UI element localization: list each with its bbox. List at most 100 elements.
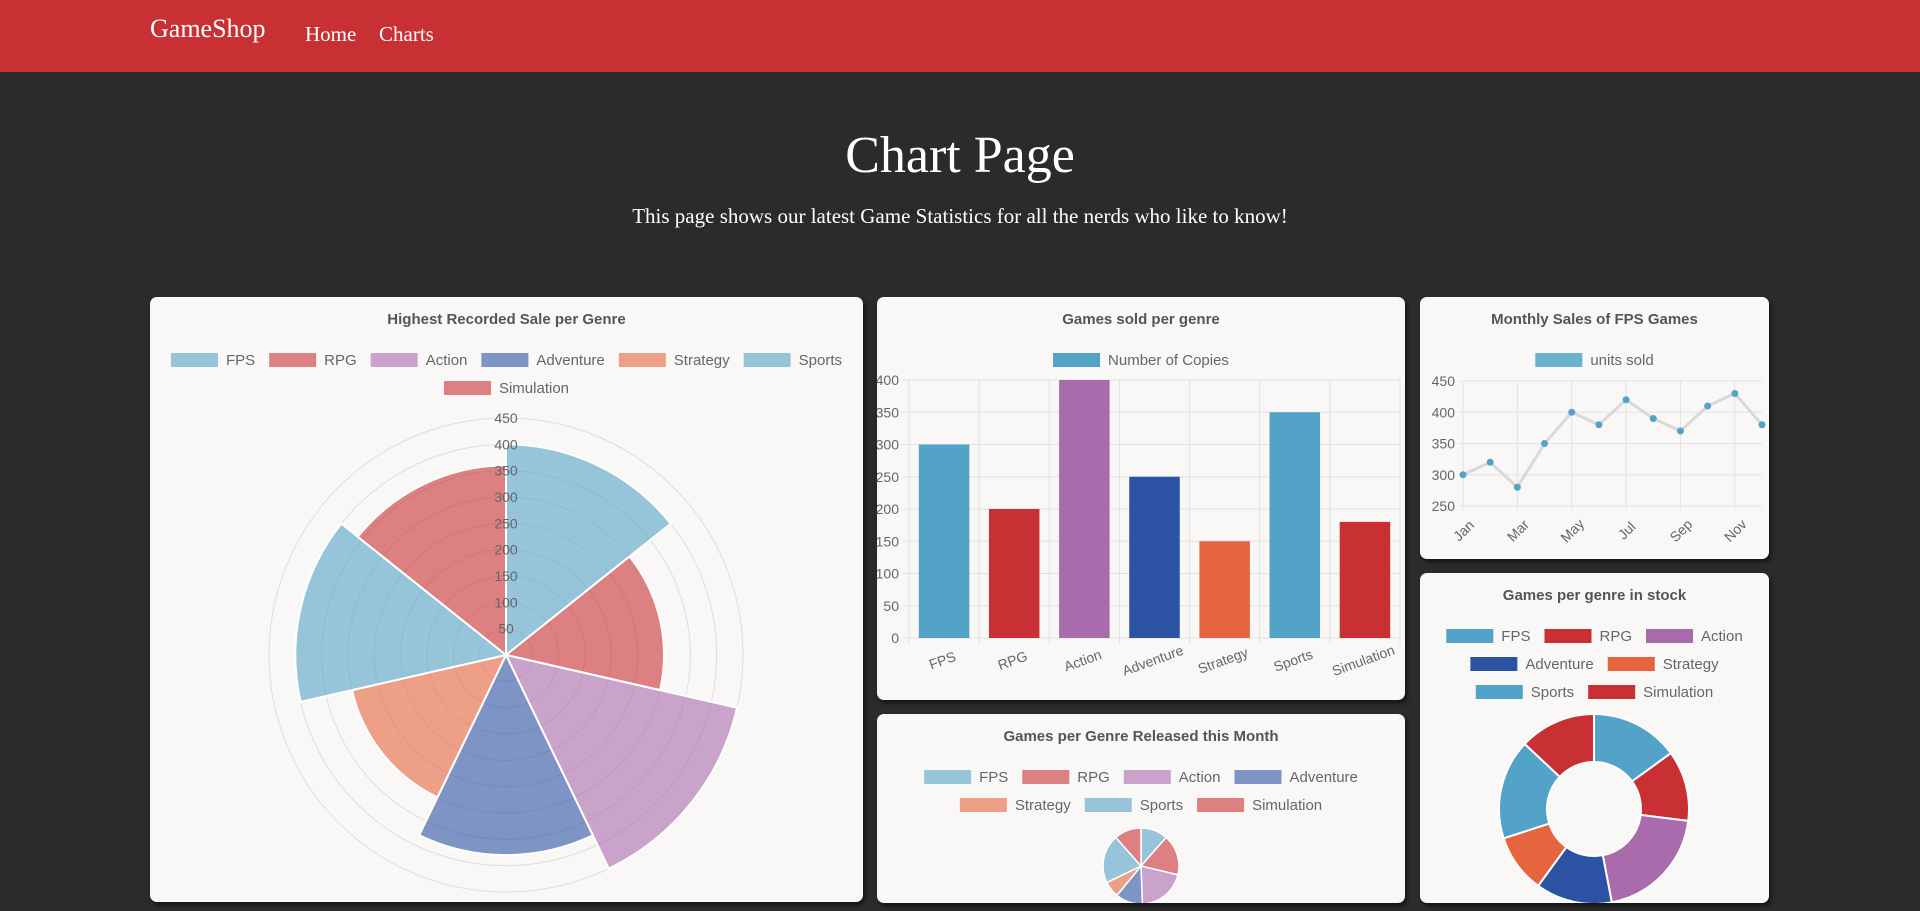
legend-item-simulation: Simulation bbox=[443, 380, 569, 397]
data-point-apr bbox=[1541, 440, 1549, 447]
x-tick-label: Action bbox=[1062, 646, 1104, 674]
y-tick-label: 250 bbox=[1432, 498, 1456, 514]
data-point-sep bbox=[1676, 427, 1684, 435]
legend-swatch bbox=[170, 353, 218, 367]
legend-item-sports: Sports bbox=[1475, 684, 1574, 701]
polar-area-chart: Highest Recorded Sale per Genre FPS RPG Act… bbox=[170, 311, 842, 893]
polar-area-chart-card: Highest Recorded Sale per Genre FPS RPG Act… bbox=[150, 297, 863, 902]
legend-swatch bbox=[269, 353, 317, 367]
legend-swatch bbox=[1607, 657, 1655, 671]
x-tick-label: Jan bbox=[1450, 517, 1477, 544]
navbar: GameShop Home Charts bbox=[0, 0, 1920, 72]
legend-item-fps: FPS bbox=[170, 352, 255, 369]
legend-item-action: Action bbox=[370, 352, 468, 369]
legend-item-rpg: RPG bbox=[1544, 628, 1632, 645]
legend-label: Sports bbox=[1531, 684, 1574, 701]
legend-label: RPG bbox=[324, 352, 357, 369]
bar-sports bbox=[1269, 412, 1321, 638]
y-tick-label: 50 bbox=[883, 598, 899, 614]
legend-item-adventure: Adventure bbox=[481, 352, 605, 369]
data-point-jan bbox=[1459, 471, 1467, 479]
data-point-jul bbox=[1622, 396, 1630, 404]
x-tick-label: Jul bbox=[1615, 518, 1639, 542]
x-tick-label: Simulation bbox=[1330, 642, 1397, 679]
x-tick-label: Sports bbox=[1271, 646, 1315, 675]
legend-swatch bbox=[1053, 353, 1101, 367]
pie-chart: Games per Genre Released this Month FPS RP… bbox=[924, 728, 1358, 903]
legend-item-sports: Sports bbox=[1084, 797, 1183, 814]
legend-swatch bbox=[959, 798, 1007, 812]
legend-label: Adventure bbox=[536, 352, 604, 369]
legend-item-adventure: Adventure bbox=[1234, 769, 1358, 786]
line-chart-card: Monthly Sales of FPS Games units sold 250 3… bbox=[1420, 297, 1769, 559]
radial-tick-label: 450 bbox=[494, 410, 518, 426]
x-tick-label: FPS bbox=[927, 648, 958, 672]
legend-label: Strategy bbox=[674, 352, 730, 369]
legend-item-strategy: Strategy bbox=[959, 797, 1071, 814]
legend-label: Simulation bbox=[1643, 684, 1713, 701]
bar-chart-card: Games sold per genre Number of Copies 0 50 1… bbox=[877, 297, 1405, 700]
legend-swatch bbox=[1588, 685, 1636, 699]
x-tick-label: RPG bbox=[996, 648, 1030, 673]
legend-label: Sports bbox=[799, 352, 842, 369]
legend-label: Action bbox=[1179, 769, 1221, 786]
nav-link-charts[interactable]: Charts bbox=[379, 22, 434, 47]
radial-tick-label: 50 bbox=[498, 621, 514, 637]
legend-label: Adventure bbox=[1525, 656, 1593, 673]
x-tick-label: May bbox=[1557, 515, 1587, 545]
legend-item-rpg: RPG bbox=[1022, 769, 1110, 786]
y-tick-label: 400 bbox=[877, 372, 899, 388]
legend-label: Adventure bbox=[1290, 769, 1358, 786]
data-point-may bbox=[1568, 408, 1576, 416]
radial-tick-label: 100 bbox=[494, 594, 518, 610]
data-point-mar bbox=[1513, 483, 1521, 491]
data-point-aug bbox=[1649, 415, 1657, 422]
legend-item-number-of-copies: Number of Copies bbox=[1053, 352, 1229, 369]
legend-swatch bbox=[1084, 798, 1132, 812]
legend-label: FPS bbox=[979, 769, 1008, 786]
legend-item-sports: Sports bbox=[743, 352, 842, 369]
legend-label: FPS bbox=[226, 352, 255, 369]
legend-swatch bbox=[1446, 629, 1494, 643]
legend-label: Action bbox=[426, 352, 468, 369]
brand-link[interactable]: GameShop bbox=[150, 14, 266, 44]
legend-swatch bbox=[924, 770, 972, 784]
legend-swatch bbox=[1646, 629, 1693, 643]
y-tick-label: 450 bbox=[1432, 373, 1456, 389]
bar-chart: Games sold per genre Number of Copies 0 50 1… bbox=[877, 311, 1401, 679]
legend-label: RPG bbox=[1077, 769, 1110, 786]
legend-item-fps: FPS bbox=[1446, 628, 1530, 645]
bar-action bbox=[1059, 380, 1110, 638]
pie-chart-card: Games per Genre Released this Month FPS RP… bbox=[877, 714, 1405, 903]
legend-item-simulation: Simulation bbox=[1588, 684, 1713, 701]
legend-item-action: Action bbox=[1123, 769, 1221, 786]
line-chart: Monthly Sales of FPS Games units sold 250 3… bbox=[1432, 311, 1766, 545]
legend-label: Strategy bbox=[1015, 797, 1071, 814]
chart-title: Games per genre in stock bbox=[1503, 587, 1687, 604]
legend-swatch bbox=[618, 353, 666, 367]
legend-item-strategy: Strategy bbox=[618, 352, 730, 369]
y-tick-label: 150 bbox=[877, 533, 899, 549]
chart-title: Games sold per genre bbox=[1062, 311, 1220, 328]
legend-label: units sold bbox=[1590, 352, 1653, 369]
bar-rpg bbox=[988, 509, 1040, 638]
data-point-jun bbox=[1595, 421, 1603, 429]
y-tick-label: 250 bbox=[877, 469, 899, 485]
bar-simulation bbox=[1339, 521, 1391, 638]
nav-link-home[interactable]: Home bbox=[305, 22, 356, 47]
data-point-oct bbox=[1704, 402, 1712, 410]
x-tick-label: Sep bbox=[1666, 516, 1695, 545]
legend-label: Strategy bbox=[1663, 656, 1719, 673]
legend-item-adventure: Adventure bbox=[1470, 656, 1594, 673]
legend-swatch bbox=[1234, 770, 1282, 784]
legend-swatch bbox=[743, 353, 791, 367]
data-point-feb bbox=[1486, 458, 1494, 466]
radial-tick-label: 200 bbox=[494, 542, 518, 558]
legend-swatch bbox=[443, 381, 491, 395]
y-tick-label: 400 bbox=[1432, 404, 1456, 420]
radial-tick-label: 250 bbox=[494, 515, 518, 531]
legend-item-simulation: Simulation bbox=[1197, 797, 1322, 814]
data-point-dec bbox=[1758, 421, 1766, 429]
radial-tick-label: 150 bbox=[494, 568, 518, 584]
legend-item-action: Action bbox=[1646, 628, 1743, 645]
